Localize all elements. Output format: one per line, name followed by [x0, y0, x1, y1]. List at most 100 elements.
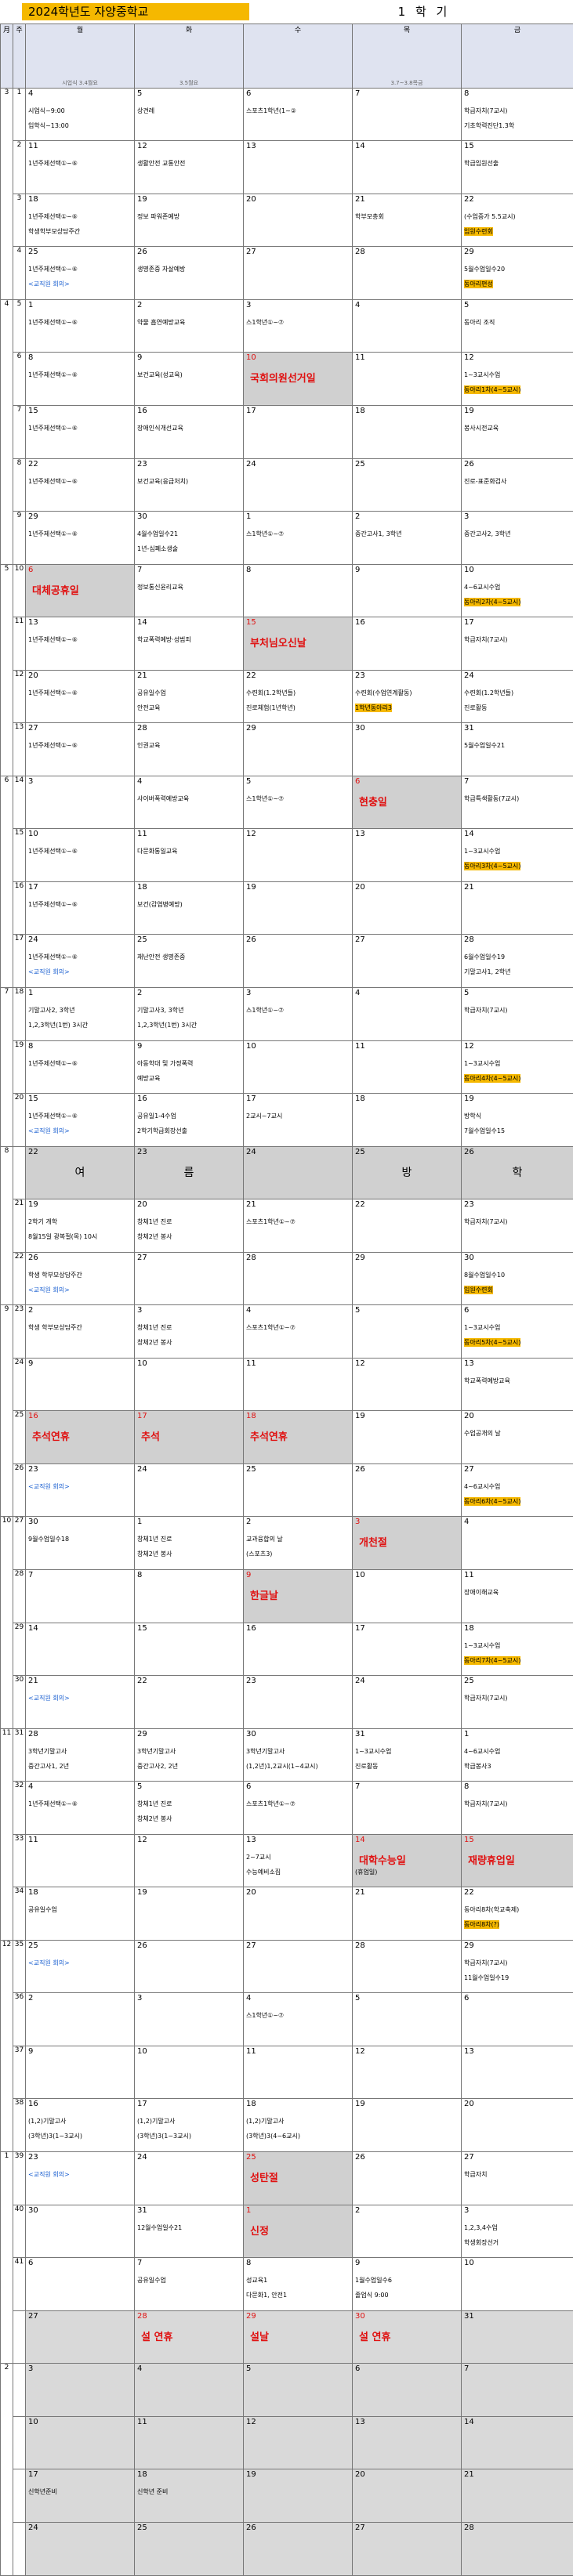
day-cell[interactable]: 8	[134, 1568, 244, 1623]
day-cell[interactable]: 9	[25, 2045, 135, 2100]
day-cell[interactable]: 25	[243, 1463, 353, 1518]
day-cell[interactable]: 2 교과융합의 날 (스포츠3)	[243, 1516, 353, 1570]
day-cell[interactable]: 26	[134, 1939, 244, 1994]
day-cell[interactable]: 20 1년주제선택①~⑥	[25, 669, 135, 724]
day-cell[interactable]: 26	[243, 2521, 353, 2576]
day-cell[interactable]: 12 1~3교시수업 동아리4차(4~5교시)	[461, 1040, 573, 1094]
day-cell[interactable]: 27	[134, 1251, 244, 1306]
day-cell[interactable]: 2	[352, 2204, 462, 2259]
day-cell[interactable]: 29 1년주제선택①~⑥	[25, 511, 135, 565]
day-cell[interactable]: 18	[352, 1093, 462, 1147]
day-cell[interactable]: 28 3학년기말고사 중간고사1, 2년	[25, 1728, 135, 1782]
day-cell[interactable]: 2 기말고사3, 3학년 1,2,3학년(1번) 3시간	[134, 986, 244, 1041]
day-cell[interactable]: 22 수련회(1.2학년들) 진로체험(1년학년)	[243, 669, 353, 724]
day-cell[interactable]: 30 3학년기말고사 (1,2년)1,2교시(1~4교시)	[243, 1728, 353, 1782]
day-cell[interactable]: 10 4~6교시수업 동아리2차(4~5교시)	[461, 563, 573, 618]
day-cell[interactable]: 13	[352, 2415, 462, 2470]
day-cell[interactable]: 10	[243, 1040, 353, 1094]
day-cell[interactable]: 12	[352, 1357, 462, 1412]
day-cell[interactable]: 8	[243, 563, 353, 618]
day-cell[interactable]: 17 1년주제선택①~⑥	[25, 881, 135, 935]
day-cell[interactable]: 29 학급자치(7교시) 11월수업일수19	[461, 1939, 573, 1994]
day-cell[interactable]: 7	[352, 87, 462, 142]
day-cell[interactable]: 31 5월수업일수21	[461, 722, 573, 776]
day-cell[interactable]: 4	[352, 986, 462, 1041]
day-cell[interactable]: 22	[352, 1199, 462, 1253]
day-cell[interactable]: 11	[243, 1357, 353, 1412]
day-cell[interactable]: 8 학급자치(7교시) 기초학력진단1.3학	[461, 87, 573, 142]
day-cell[interactable]: 10	[134, 2045, 244, 2100]
day-cell[interactable]: 25 성탄절	[243, 2151, 353, 2205]
day-cell[interactable]: 28	[352, 1939, 462, 1994]
day-cell[interactable]: 8 1년주제선택①~⑥	[25, 352, 135, 406]
day-cell[interactable]: 30	[25, 2204, 135, 2259]
day-cell[interactable]: 25	[134, 2521, 244, 2576]
day-cell[interactable]: 9 1월수업일수6 졸업식 9:00	[352, 2257, 462, 2311]
day-cell[interactable]: 23 <교직원 회의>	[25, 1463, 135, 1518]
day-cell[interactable]: 10 국회의원선거일	[243, 352, 353, 406]
day-cell[interactable]: 26 진로-표준화검사	[461, 458, 573, 512]
day-cell[interactable]: 름 23	[134, 1145, 244, 1200]
day-cell[interactable]: 19 방학식 7월수업일수15	[461, 1093, 573, 1147]
day-cell[interactable]: 2 중간고사1, 3학년	[352, 511, 462, 565]
day-cell[interactable]: 24	[134, 2151, 244, 2205]
day-cell[interactable]: 11 장애이해교육	[461, 1568, 573, 1623]
day-cell[interactable]: 19 2학기 개학 8월15일 광복절(목) 10시	[25, 1199, 135, 1253]
day-cell[interactable]: 7 정보통신윤리교육	[134, 563, 244, 618]
day-cell[interactable]: 7	[461, 2363, 573, 2417]
day-cell[interactable]: 16 (1,2)기말고사 (3학년)3(1~3교시)	[25, 2098, 135, 2152]
day-cell[interactable]: 10	[134, 1357, 244, 1412]
day-cell[interactable]: 21	[461, 881, 573, 935]
day-cell[interactable]: 3 중간고사2, 3학년	[461, 511, 573, 565]
day-cell[interactable]: 28 6월수업일수19 기말고사1, 2학년	[461, 934, 573, 988]
day-cell[interactable]: 17	[352, 1622, 462, 1677]
day-cell[interactable]: 5	[352, 1992, 462, 2046]
day-cell[interactable]: 5 스1학년①~⑦	[243, 775, 353, 830]
day-cell[interactable]: 4 사이버폭력예방교육	[134, 775, 244, 830]
day-cell[interactable]: 6 1~3교시수업 동아리5차(4~5교시)	[461, 1304, 573, 1359]
day-cell[interactable]: 30 9월수업일수18	[25, 1516, 135, 1570]
day-cell[interactable]: 방 25	[352, 1145, 462, 1200]
day-cell[interactable]: 15 1년주제선택①~⑥ <교직원 회의>	[25, 1093, 135, 1147]
day-cell[interactable]: 25 <교직원 회의>	[25, 1939, 135, 1994]
day-cell[interactable]: 11 다문화통일교육	[134, 828, 244, 882]
day-cell[interactable]: 19	[134, 1887, 244, 1941]
day-cell[interactable]: 26	[243, 934, 353, 988]
day-cell[interactable]: 23 학급자치(7교시)	[461, 1199, 573, 1253]
day-cell[interactable]: 10	[352, 1568, 462, 1623]
day-cell[interactable]: 13 학교폭력예방교육	[461, 1357, 573, 1412]
day-cell[interactable]: 26 생명존중 자살예방	[134, 246, 244, 300]
day-cell[interactable]: 3	[25, 2363, 135, 2417]
day-cell[interactable]: 5	[243, 2363, 353, 2417]
day-cell[interactable]: 19 정보 파워존예방	[134, 193, 244, 248]
day-cell[interactable]: 28 설 연휴	[134, 2310, 244, 2364]
day-cell[interactable]: 19	[243, 2469, 353, 2523]
day-cell[interactable]: 31 1~3교시수업 진로활동	[352, 1728, 462, 1782]
day-cell[interactable]: 4 시업식~9:00 입학식~13:00	[25, 87, 135, 142]
day-cell[interactable]: 24 1년주제선택①~⑥ <교직원 회의>	[25, 934, 135, 988]
day-cell[interactable]: 21	[352, 1887, 462, 1941]
day-cell[interactable]: 6 대체공휴일	[25, 563, 135, 618]
day-cell[interactable]: 18 공유일수업	[25, 1887, 135, 1941]
day-cell[interactable]: 1 창체1년 진로 창체2년 봉사	[134, 1516, 244, 1570]
day-cell[interactable]: 26	[352, 2151, 462, 2205]
day-cell[interactable]: 1 스1학년①~⑦	[243, 511, 353, 565]
day-cell[interactable]: 20	[352, 881, 462, 935]
day-cell[interactable]: 10	[25, 2415, 135, 2470]
day-cell[interactable]: 3 스1학년①~⑦	[243, 986, 353, 1041]
day-cell[interactable]: 8 학급자치(7교시)	[461, 1781, 573, 1835]
day-cell[interactable]: 29 3학년기말고사 중간고사2, 2년	[134, 1728, 244, 1782]
day-cell[interactable]: 21 스포츠1학년①~⑦	[243, 1199, 353, 1253]
day-cell[interactable]: 15 학급임원선출	[461, 140, 573, 194]
day-cell[interactable]: 9	[352, 563, 462, 618]
day-cell[interactable]: 7	[352, 1781, 462, 1835]
day-cell[interactable]: 20 창체1년 진로 창체2년 봉사	[134, 1199, 244, 1253]
day-cell[interactable]: 5 동아리 조직	[461, 298, 573, 353]
day-cell[interactable]: 9 보건교육(성교육)	[134, 352, 244, 406]
day-cell[interactable]: 12 생활안전 교통안전	[134, 140, 244, 194]
day-cell[interactable]: 6	[352, 2363, 462, 2417]
day-cell[interactable]: 10 1년주제선택①~⑥	[25, 828, 135, 882]
day-cell[interactable]: 13 1년주제선택①~⑥	[25, 617, 135, 671]
day-cell[interactable]: 23 <교직원 회의>	[25, 2151, 135, 2205]
day-cell[interactable]: 3 창체1년 진로 창체2년 봉사	[134, 1304, 244, 1359]
